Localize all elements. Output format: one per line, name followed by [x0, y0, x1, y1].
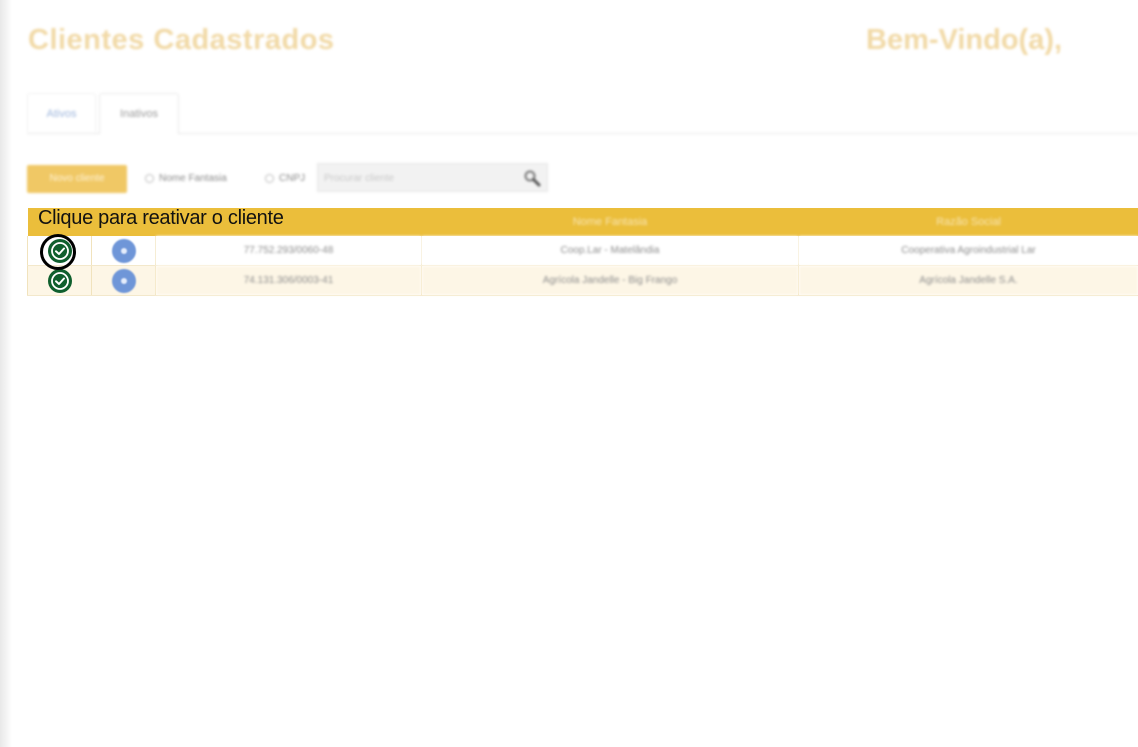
page-title: Clientes Cadastrados — [28, 24, 335, 56]
radio-cnpj[interactable]: CNPJ — [265, 173, 305, 184]
new-client-button[interactable]: Novo cliente — [27, 165, 127, 193]
tab-bar: Ativos Inativos — [27, 93, 1138, 134]
check-circle-icon[interactable] — [47, 238, 72, 263]
table-row: 77.752.293/0060-48 Coop.Lar - Matelândia… — [27, 236, 1138, 266]
table-cell-razao-social: Agrícola Jandelle S.A. — [798, 265, 1138, 296]
table-header-razao-social: Razão Social — [936, 216, 1001, 228]
tutorial-callout: Clique para reativar o cliente — [38, 207, 284, 229]
radio-nome-fantasia[interactable]: Nome Fantasia — [145, 173, 227, 184]
table-cell-razao-social: Cooperativa Agroindustrial Lar — [798, 236, 1138, 266]
search-box — [317, 163, 548, 192]
table-cell-view — [91, 236, 156, 266]
view-icon[interactable] — [111, 238, 136, 263]
view-icon[interactable] — [111, 268, 136, 293]
toolbar: Novo cliente Nome Fantasia CNPJ — [27, 163, 567, 195]
radio-cnpj-label: CNPJ — [279, 173, 306, 184]
radio-nome-fantasia-label: Nome Fantasia — [159, 173, 227, 184]
page: Clientes Cadastrados Bem-Vindo(a), Ativo… — [0, 0, 1138, 747]
table-cell-cnpj: 74.131.306/0003-41 — [155, 265, 422, 296]
search-icon[interactable] — [523, 169, 541, 187]
tab-ativos[interactable]: Ativos — [27, 93, 96, 132]
check-circle-icon[interactable] — [47, 268, 72, 293]
radio-icon — [265, 173, 274, 183]
table-cell-cnpj: 77.752.293/0060-48 — [155, 236, 422, 266]
table-cell-nome-fantasia: Coop.Lar - Matelândia — [421, 236, 799, 266]
left-shade — [0, 0, 12, 747]
table-header-nome-fantasia: Nome Fantasia — [572, 216, 648, 228]
table-cell-action — [27, 265, 92, 296]
welcome-text: Bem-Vindo(a), — [866, 24, 1063, 56]
table-cell-view — [91, 265, 156, 296]
table-cell-action — [27, 236, 92, 266]
search-input[interactable] — [322, 167, 516, 189]
radio-icon — [145, 173, 154, 183]
tab-inativos[interactable]: Inativos — [99, 93, 179, 134]
table-row: 74.131.306/0003-41 Agrícola Jandelle - B… — [27, 265, 1138, 296]
table-cell-nome-fantasia: Agrícola Jandelle - Big Frango — [421, 265, 799, 296]
